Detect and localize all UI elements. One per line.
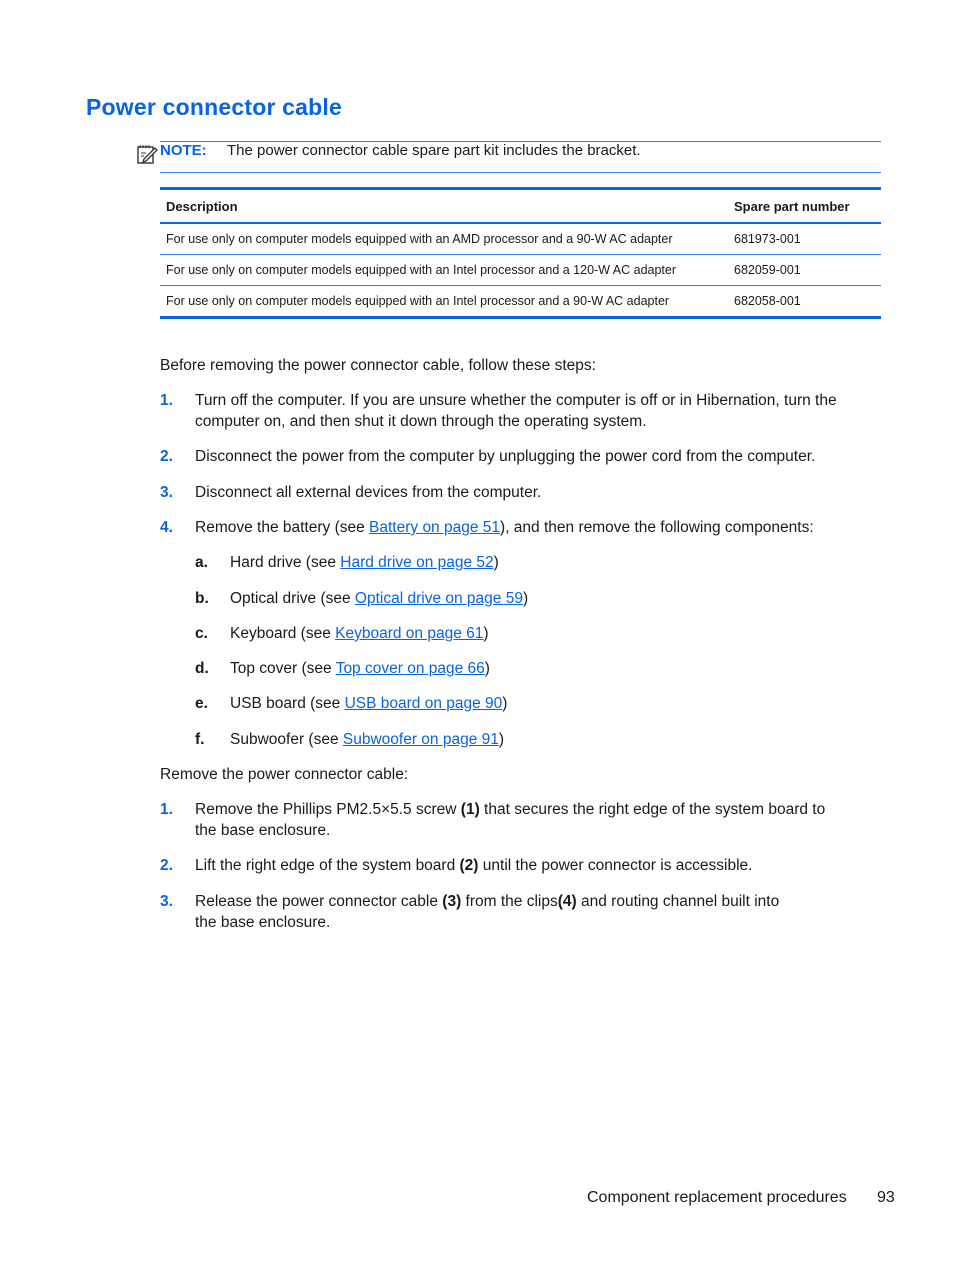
- link-subwoofer[interactable]: Subwoofer on page 91: [343, 731, 499, 748]
- cell-description: For use only on computer models equipped…: [160, 254, 728, 286]
- step-number: 3.: [160, 484, 173, 501]
- cell-part-number: 682059-001: [728, 254, 881, 286]
- cell-description: For use only on computer models equipped…: [166, 294, 670, 308]
- footer-page-number: 93: [877, 1189, 895, 1206]
- step-text: Disconnect all external devices from the…: [195, 484, 542, 501]
- header-spare-part-number: Spare part number: [728, 188, 881, 224]
- link-top-cover[interactable]: Top cover on page 66: [336, 660, 485, 677]
- text: Hard drive (see: [230, 554, 341, 571]
- step-number: 4.: [160, 519, 173, 536]
- sub-step-text: Keyboard (see Keyboard on page 61): [230, 623, 830, 644]
- text: ), and then remove the following compone…: [500, 519, 814, 536]
- step-text: Turn off the computer. If you are unsure…: [195, 392, 837, 430]
- text: ): [502, 695, 508, 712]
- cell-part-number: 681973-001: [728, 223, 881, 255]
- note-label: NOTE:: [160, 142, 207, 159]
- header-description: Description: [160, 188, 728, 224]
- step-number: 2.: [160, 857, 173, 874]
- text: ): [484, 660, 490, 677]
- text: Release the power connector cable: [195, 893, 443, 910]
- step-text: Remove the battery (see Battery on page …: [195, 517, 845, 538]
- sub-step-text: Optical drive (see Optical drive on page…: [230, 588, 830, 609]
- step-text: Disconnect the power from the computer b…: [195, 448, 816, 465]
- step-text: Remove the Phillips PM2.5×5.5 screw (1) …: [195, 799, 840, 841]
- text: Top cover (see: [230, 660, 336, 677]
- sub-step-text: Top cover (see Top cover on page 66): [230, 658, 830, 679]
- text: Remove the Phillips PM2.5×5.5 screw: [195, 801, 461, 818]
- callout-number: (1): [460, 801, 480, 818]
- step-number: 1.: [160, 392, 173, 409]
- table-row: For use only on computer models equipped…: [160, 223, 881, 255]
- link-battery[interactable]: Battery on page 51: [369, 519, 500, 536]
- text: Remove the battery (see: [195, 519, 370, 536]
- note-pencil-icon: [136, 143, 158, 165]
- text: Lift the right edge of the system board: [195, 857, 460, 874]
- step-number: 2.: [160, 448, 173, 465]
- step-number: 3.: [160, 893, 173, 910]
- callout-number: (3): [442, 893, 462, 910]
- sub-step-letter: b.: [195, 590, 209, 607]
- intro-text: Before removing the power connector cabl…: [160, 357, 596, 374]
- step-text: Release the power connector cable (3) fr…: [195, 891, 805, 933]
- text: ): [493, 554, 499, 571]
- sub-step-letter: f.: [195, 731, 205, 748]
- sub-step-letter: d.: [195, 660, 209, 677]
- text: ): [483, 625, 489, 642]
- text: from the clips: [461, 893, 558, 910]
- cell-part-number: 682058-001: [734, 294, 801, 308]
- step-number: 1.: [160, 801, 173, 818]
- footer-section-title: Component replacement procedures: [587, 1189, 847, 1206]
- note-text: The power connector cable spare part kit…: [227, 142, 641, 159]
- sub-step-letter: c.: [195, 625, 208, 642]
- callout-number: (4): [557, 893, 577, 910]
- text: Keyboard (see: [230, 625, 336, 642]
- table-row: For use only on computer models equipped…: [160, 286, 881, 318]
- link-keyboard[interactable]: Keyboard on page 61: [335, 625, 483, 642]
- sub-step-letter: e.: [195, 695, 208, 712]
- link-hard-drive[interactable]: Hard drive on page 52: [340, 554, 493, 571]
- text: Optical drive (see: [230, 590, 355, 607]
- link-usb-board[interactable]: USB board on page 90: [345, 695, 503, 712]
- sub-step-letter: a.: [195, 554, 208, 571]
- callout-number: (2): [459, 857, 479, 874]
- note-box: NOTE: The power connector cable spare pa…: [137, 141, 881, 173]
- sub-step-text: Subwoofer (see Subwoofer on page 91): [230, 729, 830, 750]
- text: ): [498, 731, 505, 748]
- remove-intro-text: Remove the power connector cable:: [160, 766, 409, 783]
- table-row: For use only on computer models equipped…: [160, 254, 881, 286]
- text: ): [522, 590, 529, 607]
- cell-description: For use only on computer models equipped…: [160, 223, 728, 255]
- page-title: Power connector cable: [86, 94, 342, 120]
- sub-step-text: USB board (see USB board on page 90): [230, 693, 830, 714]
- sub-step-text: Hard drive (see Hard drive on page 52): [230, 552, 830, 573]
- step-text: Lift the right edge of the system board …: [195, 855, 845, 876]
- table-header-row: Description Spare part number: [160, 188, 881, 224]
- text: USB board (see: [230, 695, 345, 712]
- spare-parts-table: Description Spare part number For use on…: [160, 187, 881, 319]
- link-optical-drive[interactable]: Optical drive on page 59: [355, 590, 523, 607]
- text: until the power connector is accessible.: [478, 857, 753, 874]
- text: Subwoofer (see: [230, 731, 343, 748]
